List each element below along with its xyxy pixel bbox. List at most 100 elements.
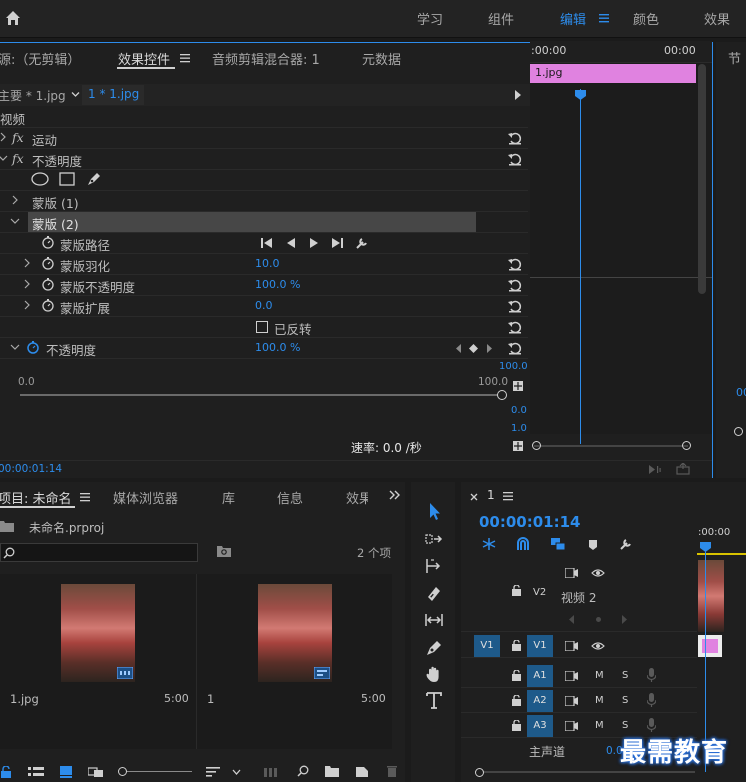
prev-keyframe-icon[interactable] bbox=[455, 344, 462, 353]
program-timecode-partial[interactable]: 00 bbox=[736, 386, 746, 399]
ec-clip-bar[interactable]: 1.jpg bbox=[530, 64, 696, 83]
fx-badge[interactable]: fx bbox=[12, 130, 24, 145]
tab-source[interactable]: 源:（无剪辑） bbox=[0, 49, 80, 68]
ec-time-ruler[interactable]: :00:00 00:00 bbox=[530, 41, 712, 63]
mask-expansion-row[interactable]: 蒙版扩展 0.0 bbox=[0, 296, 528, 317]
wrench-icon[interactable] bbox=[355, 236, 369, 250]
source-v1-target[interactable]: V1 bbox=[474, 635, 500, 657]
master-clip-label[interactable]: 主要 * 1.jpg bbox=[0, 87, 66, 104]
scroll-handle-right[interactable] bbox=[682, 441, 691, 450]
play-forward-icon[interactable] bbox=[309, 238, 319, 248]
mask-expansion-value[interactable]: 0.0 bbox=[255, 299, 273, 312]
next-keyframe-icon[interactable] bbox=[486, 344, 493, 353]
track-backward-icon[interactable] bbox=[261, 238, 273, 248]
opacity-property-row[interactable]: 不透明度 100.0 % bbox=[0, 338, 528, 359]
new-search-bin-icon[interactable] bbox=[217, 545, 231, 557]
pen-mask-icon[interactable] bbox=[86, 171, 102, 187]
track-a3-label[interactable]: A3 bbox=[527, 715, 553, 737]
lock-icon[interactable] bbox=[512, 670, 521, 681]
chevron-down-icon[interactable] bbox=[71, 90, 80, 99]
icon-view-icon[interactable] bbox=[60, 766, 72, 778]
workspace-effects[interactable]: 效果 bbox=[704, 9, 730, 28]
chevron-right-icon[interactable] bbox=[0, 132, 8, 142]
toggle-sync-icon[interactable] bbox=[565, 671, 578, 681]
tab-effect-controls[interactable]: 效果控件 bbox=[118, 49, 170, 68]
lock-icon[interactable] bbox=[512, 720, 521, 731]
chevron-down-icon[interactable] bbox=[10, 342, 20, 352]
chevron-right-icon[interactable] bbox=[22, 300, 32, 310]
freeform-view-icon[interactable] bbox=[88, 766, 104, 778]
linked-selection-icon[interactable] bbox=[550, 537, 566, 551]
timeline-settings-icon[interactable] bbox=[619, 537, 633, 551]
hand-tool-icon[interactable] bbox=[423, 663, 445, 685]
ec-playhead-line[interactable] bbox=[580, 89, 581, 444]
close-icon[interactable] bbox=[470, 493, 478, 501]
play-triangle-icon[interactable] bbox=[514, 90, 522, 100]
stopwatch-icon[interactable] bbox=[41, 235, 55, 249]
lock-icon[interactable] bbox=[512, 695, 521, 706]
stopwatch-icon[interactable] bbox=[41, 298, 55, 312]
opacity-effect-row[interactable]: fx 不透明度 bbox=[0, 149, 528, 170]
chevron-right-icon[interactable] bbox=[22, 279, 32, 289]
sequence-tab[interactable]: 1 bbox=[487, 488, 495, 502]
mute-button[interactable]: M bbox=[595, 720, 604, 731]
inverted-checkbox[interactable] bbox=[256, 321, 268, 333]
tab-info[interactable]: 信息 bbox=[277, 488, 303, 507]
eye-icon[interactable] bbox=[591, 568, 605, 578]
panel-menu-icon[interactable] bbox=[80, 492, 90, 502]
panel-menu-icon[interactable] bbox=[503, 491, 513, 501]
toggle-sync-icon[interactable] bbox=[565, 696, 578, 706]
reset-icon[interactable] bbox=[507, 298, 523, 314]
ec-vertical-scrollbar[interactable] bbox=[698, 64, 706, 294]
tab-audio-clip-mixer[interactable]: 音频剪辑混合器: 1 bbox=[212, 49, 320, 68]
stopwatch-active-icon[interactable] bbox=[26, 340, 40, 354]
stopwatch-icon[interactable] bbox=[41, 256, 55, 270]
project-item[interactable]: 1 5:00 bbox=[197, 574, 392, 749]
mask-opacity-value[interactable]: 100.0 % bbox=[255, 278, 300, 291]
chevron-down-icon[interactable] bbox=[0, 153, 8, 163]
track-forward-icon[interactable] bbox=[331, 238, 343, 248]
project-search-input[interactable] bbox=[0, 543, 198, 562]
reset-icon[interactable] bbox=[507, 319, 523, 335]
opacity-slider-thumb[interactable] bbox=[497, 390, 507, 400]
track-v1-label[interactable]: V1 bbox=[527, 635, 553, 657]
razor-tool-icon[interactable] bbox=[423, 582, 445, 604]
zoom-slider-thumb[interactable] bbox=[118, 767, 127, 776]
tab-program-partial[interactable]: 节 bbox=[728, 48, 741, 67]
workspace-editing[interactable]: 编辑 bbox=[560, 9, 586, 28]
timeline-scrollbar[interactable] bbox=[475, 771, 695, 773]
chevron-down-icon[interactable] bbox=[232, 769, 241, 775]
mask-feather-row[interactable]: 蒙版羽化 10.0 bbox=[0, 254, 528, 275]
track-select-tool-icon[interactable] bbox=[423, 528, 445, 550]
workspace-color[interactable]: 颜色 bbox=[633, 9, 659, 28]
microphone-icon[interactable] bbox=[647, 693, 656, 707]
lock-icon[interactable] bbox=[512, 640, 521, 651]
slip-tool-icon[interactable] bbox=[423, 609, 445, 631]
v1-clip[interactable] bbox=[698, 635, 722, 657]
more-tabs-icon[interactable] bbox=[389, 490, 401, 500]
nest-icon[interactable] bbox=[481, 537, 497, 551]
panel-menu-icon[interactable] bbox=[180, 53, 190, 63]
track-a2-label[interactable]: A2 bbox=[527, 690, 553, 712]
ec-horizontal-scrollbar[interactable] bbox=[534, 445, 688, 447]
home-icon[interactable] bbox=[5, 10, 21, 26]
opacity-slider-track[interactable] bbox=[20, 394, 504, 396]
project-item[interactable]: 1.jpg 5:00 bbox=[0, 574, 195, 749]
reset-icon[interactable] bbox=[507, 151, 523, 167]
chevron-right-icon[interactable] bbox=[10, 195, 20, 205]
rectangle-mask-icon[interactable] bbox=[59, 172, 75, 186]
solo-button[interactable]: S bbox=[622, 695, 628, 706]
step-backward-icon[interactable] bbox=[286, 238, 296, 248]
reset-icon[interactable] bbox=[507, 277, 523, 293]
opacity-property-value[interactable]: 100.0 % bbox=[255, 341, 300, 354]
toggle-sync-icon[interactable] bbox=[565, 641, 578, 651]
new-bin-icon[interactable] bbox=[325, 766, 339, 777]
workspace-learn[interactable]: 学习 bbox=[417, 9, 443, 28]
filter-audio-icon[interactable] bbox=[648, 464, 662, 475]
reset-icon[interactable] bbox=[507, 256, 523, 272]
mask-opacity-row[interactable]: 蒙版不透明度 100.0 % bbox=[0, 275, 528, 296]
effect-controls-timeline[interactable]: :00:00 00:00 bbox=[530, 41, 712, 450]
mask1-row[interactable]: 蒙版 (1) bbox=[0, 191, 528, 212]
ellipse-mask-icon[interactable] bbox=[31, 172, 49, 186]
reset-icon[interactable] bbox=[507, 340, 523, 356]
